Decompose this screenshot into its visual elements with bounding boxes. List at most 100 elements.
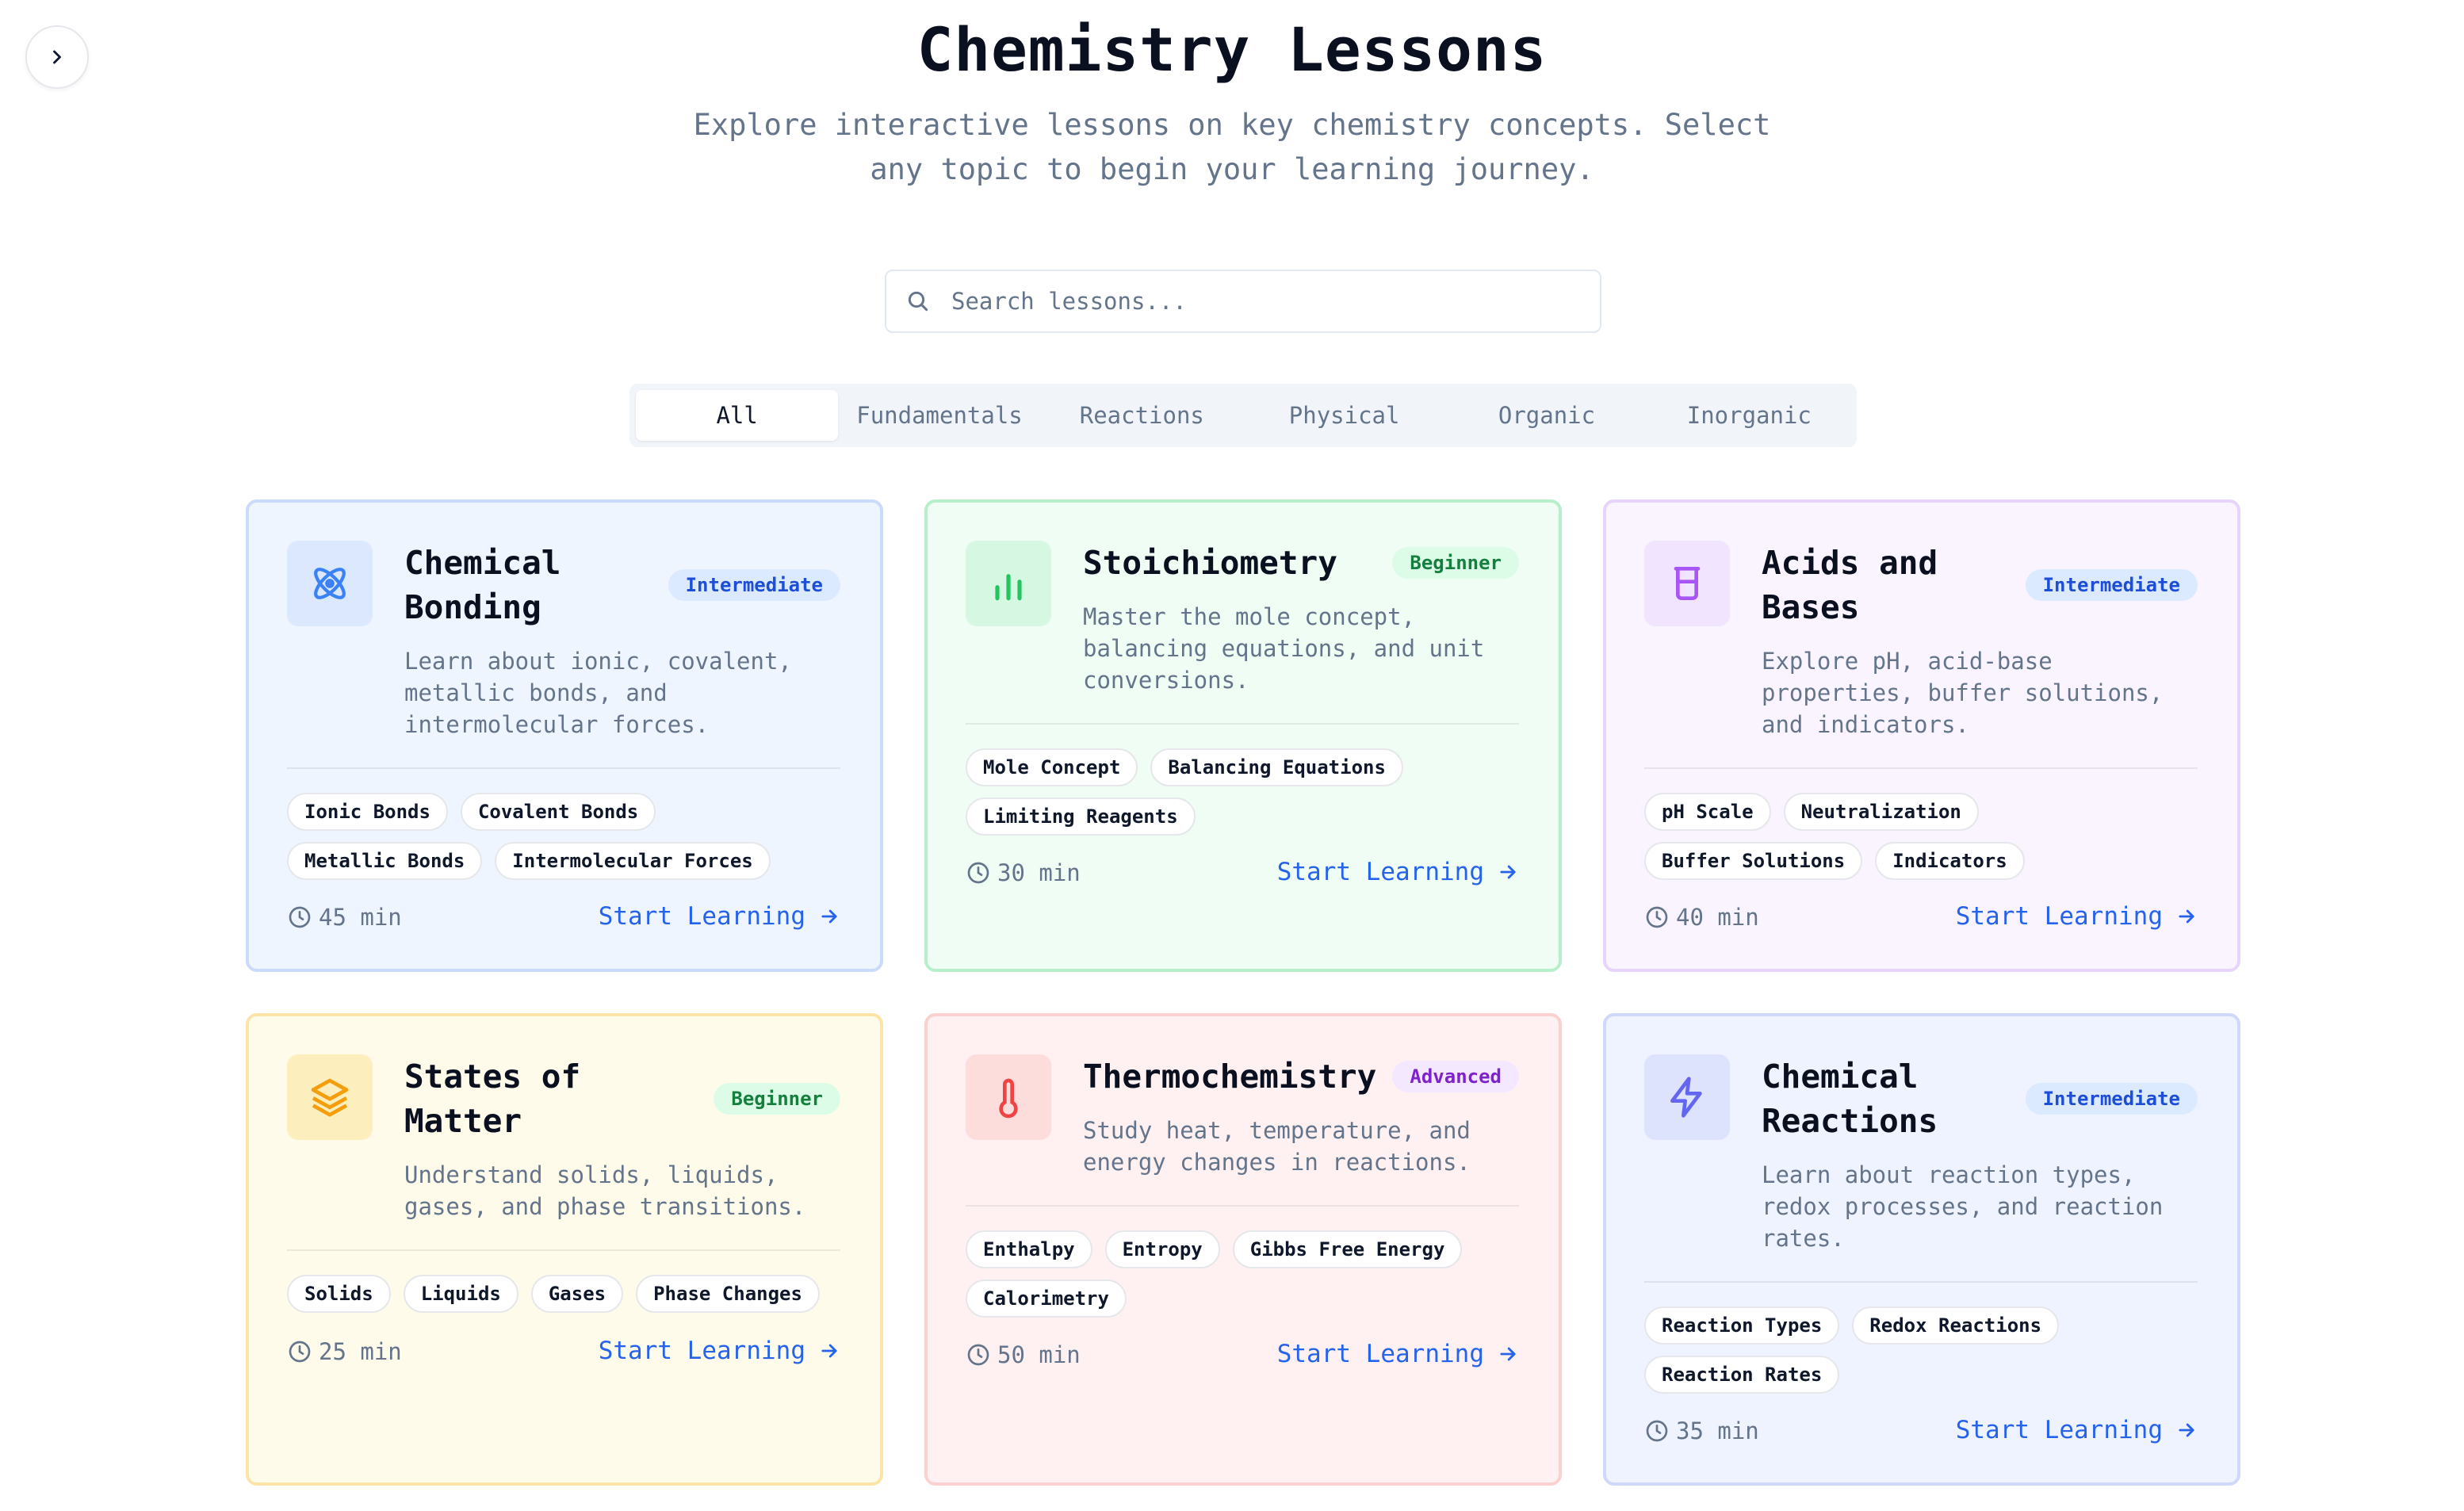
topic-tags: Solids Liquids Gases Phase Changes: [287, 1275, 840, 1313]
topic-tags: pH Scale Neutralization Buffer Solutions…: [1644, 793, 2198, 880]
tab-reactions[interactable]: Reactions: [1041, 390, 1243, 441]
topic-tag: Enthalpy: [966, 1230, 1092, 1268]
bar-chart-icon: [966, 541, 1051, 626]
tab-physical[interactable]: Physical: [1243, 390, 1445, 441]
divider: [1644, 1281, 2198, 1283]
divider: [1644, 767, 2198, 769]
thermometer-icon: [966, 1054, 1051, 1140]
search-bar: [885, 270, 1601, 333]
lesson-card-thermochemistry[interactable]: Thermochemistry Advanced Study heat, tem…: [924, 1013, 1562, 1486]
topic-tag: Mole Concept: [966, 748, 1138, 786]
category-tabs: All Fundamentals Reactions Physical Orga…: [629, 384, 1857, 447]
difficulty-badge: Beginner: [1392, 547, 1519, 579]
topic-tag: Intermolecular Forces: [495, 842, 771, 880]
divider: [287, 767, 840, 769]
difficulty-badge: Advanced: [1392, 1061, 1519, 1092]
topic-tags: Reaction Types Redox Reactions Reaction …: [1644, 1306, 2198, 1394]
difficulty-badge: Intermediate: [668, 569, 840, 601]
start-learning-link[interactable]: Start Learning: [1956, 902, 2198, 931]
lesson-description: Explore pH, acid-base properties, buffer…: [1762, 648, 2164, 738]
search-icon: [908, 291, 928, 312]
lesson-description: Master the mole concept, balancing equat…: [1083, 603, 1485, 694]
divider: [287, 1249, 840, 1251]
tab-fundamentals[interactable]: Fundamentals: [838, 390, 1040, 441]
tab-inorganic[interactable]: Inorganic: [1648, 390, 1850, 441]
topic-tag: Covalent Bonds: [460, 793, 656, 831]
lesson-duration: 45 min: [287, 904, 402, 931]
lesson-title: Stoichiometry: [1083, 544, 1337, 582]
topic-tag: Ionic Bonds: [287, 793, 448, 831]
start-learning-link[interactable]: Start Learning: [1277, 858, 1519, 886]
search-input[interactable]: [951, 288, 1570, 315]
topic-tag: Neutralization: [1783, 793, 1979, 831]
start-learning-link[interactable]: Start Learning: [1277, 1340, 1519, 1368]
lesson-title: Acids and Bases: [1762, 544, 1938, 626]
arrow-right-icon: [2179, 1423, 2194, 1437]
topic-tag: Buffer Solutions: [1644, 842, 1863, 880]
beaker-icon: [1644, 541, 1730, 626]
lesson-title: States of Matter: [404, 1058, 581, 1140]
lesson-description: Understand solids, liquids, gases, and p…: [404, 1161, 806, 1220]
divider: [966, 1205, 1519, 1207]
arrow-right-icon: [2179, 909, 2194, 924]
start-learning-link[interactable]: Start Learning: [599, 902, 840, 931]
lesson-duration: 25 min: [287, 1338, 402, 1365]
clock-icon: [967, 1344, 989, 1366]
lesson-duration: 40 min: [1644, 904, 1759, 931]
difficulty-badge: Intermediate: [2025, 569, 2198, 601]
lesson-description: Learn about reaction types, redox proces…: [1762, 1161, 2164, 1252]
lesson-duration: 35 min: [1644, 1417, 1759, 1444]
topic-tag: Gases: [530, 1275, 624, 1313]
clock-icon: [289, 906, 311, 928]
lesson-duration: 50 min: [966, 1341, 1081, 1368]
topic-tag: Phase Changes: [636, 1275, 820, 1313]
clock-icon: [1646, 1420, 1668, 1442]
topic-tag: Balancing Equations: [1150, 748, 1403, 786]
topic-tag: Metallic Bonds: [287, 842, 483, 880]
divider: [966, 723, 1519, 725]
start-learning-link[interactable]: Start Learning: [599, 1337, 840, 1365]
lesson-description: Learn about ionic, covalent, metallic bo…: [404, 648, 792, 738]
arrow-right-icon: [821, 1344, 837, 1358]
topic-tags: Mole Concept Balancing Equations Limitin…: [966, 748, 1519, 836]
topic-tags: Enthalpy Entropy Gibbs Free Energy Calor…: [966, 1230, 1519, 1318]
page-title: Chemistry Lessons: [916, 14, 1548, 85]
arrow-right-icon: [1500, 1347, 1516, 1361]
lesson-card-chemical-reactions[interactable]: Chemical Reactions Intermediate Learn ab…: [1603, 1013, 2240, 1486]
topic-tag: pH Scale: [1644, 793, 1771, 831]
start-learning-link[interactable]: Start Learning: [1956, 1416, 2198, 1444]
topic-tags: Ionic Bonds Covalent Bonds Metallic Bond…: [287, 793, 840, 880]
lesson-duration: 30 min: [966, 859, 1081, 886]
lesson-title: Thermochemistry: [1083, 1058, 1377, 1096]
layers-icon: [287, 1054, 373, 1140]
clock-icon: [1646, 906, 1668, 928]
difficulty-badge: Intermediate: [2025, 1083, 2198, 1115]
topic-tag: Entropy: [1104, 1230, 1220, 1268]
topic-tag: Solids: [287, 1275, 391, 1313]
topic-tag: Redox Reactions: [1852, 1306, 2060, 1345]
topic-tag: Reaction Types: [1644, 1306, 1840, 1345]
tab-all[interactable]: All: [636, 390, 839, 441]
topic-tag: Reaction Rates: [1644, 1356, 1840, 1394]
lesson-title: Chemical Bonding: [404, 544, 561, 626]
arrow-right-icon: [1500, 865, 1516, 879]
lightning-icon: [1644, 1054, 1730, 1140]
lesson-card-states-of-matter[interactable]: States of Matter Beginner Understand sol…: [246, 1013, 883, 1486]
difficulty-badge: Beginner: [714, 1083, 840, 1115]
lesson-title: Chemical Reactions: [1762, 1058, 1938, 1140]
topic-tag: Calorimetry: [966, 1280, 1127, 1318]
lesson-card-chemical-bonding[interactable]: Chemical Bonding Intermediate Learn abou…: [246, 499, 883, 972]
topic-tag: Limiting Reagents: [966, 798, 1196, 836]
clock-icon: [967, 862, 989, 884]
lesson-card-stoichiometry[interactable]: Stoichiometry Beginner Master the mole c…: [924, 499, 1562, 972]
topic-tag: Indicators: [1875, 842, 2025, 880]
topic-tag: Liquids: [403, 1275, 518, 1313]
arrow-right-icon: [821, 909, 837, 924]
lesson-description: Study heat, temperature, and energy chan…: [1083, 1117, 1471, 1176]
clock-icon: [289, 1341, 311, 1363]
atom-icon: [287, 541, 373, 626]
lesson-card-acids-and-bases[interactable]: Acids and Bases Intermediate Explore pH,…: [1603, 499, 2240, 972]
topic-tag: Gibbs Free Energy: [1232, 1230, 1463, 1268]
tab-organic[interactable]: Organic: [1445, 390, 1647, 441]
page-subtitle: Explore interactive lessons on key chemi…: [693, 108, 1771, 186]
